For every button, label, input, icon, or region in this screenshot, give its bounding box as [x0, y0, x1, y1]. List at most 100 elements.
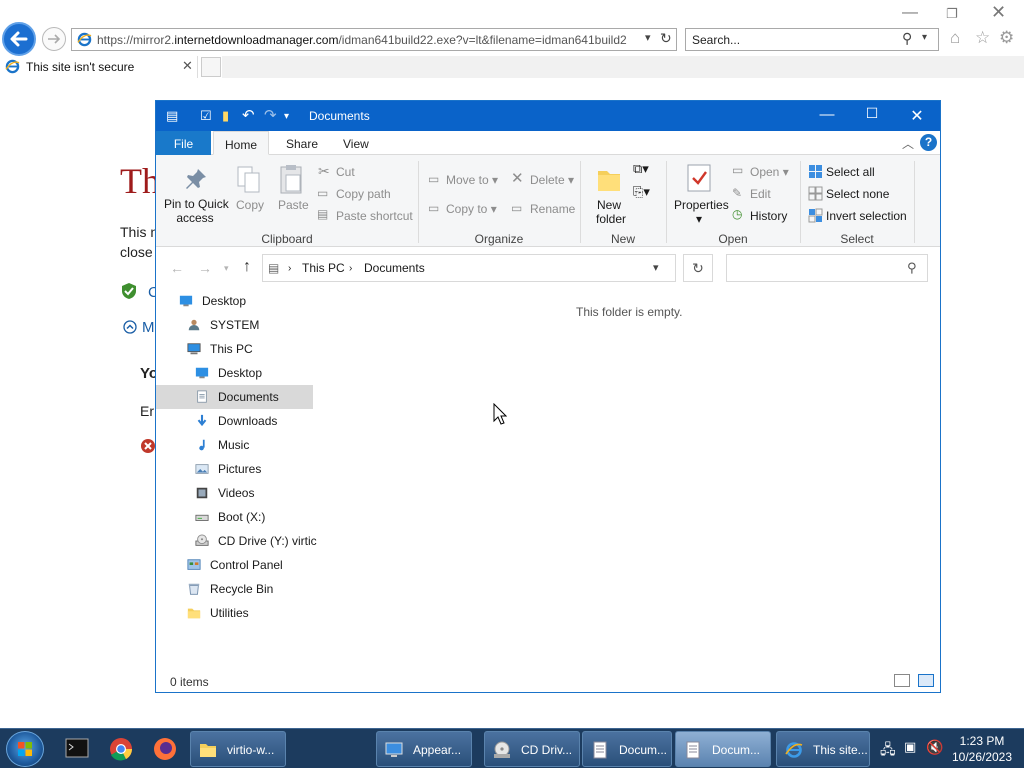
- recent-locations-icon[interactable]: ▾: [224, 263, 229, 274]
- tree-item-videos[interactable]: Videos: [156, 481, 313, 505]
- browser-search-input[interactable]: Search... ⚲ ▾: [685, 28, 939, 51]
- tree-item-boot-x[interactable]: Boot (X:): [156, 505, 313, 529]
- paste-shortcut-button[interactable]: Paste shortcut: [336, 209, 413, 223]
- new-folder-qa-icon[interactable]: ▮: [222, 108, 229, 124]
- tree-item-pictures[interactable]: Pictures: [156, 457, 313, 481]
- breadcrumb-documents[interactable]: Documents: [364, 261, 425, 275]
- page-text-line: This n: [120, 224, 159, 240]
- browser-minimize-button[interactable]: —: [902, 4, 918, 22]
- open-icon: ▭: [732, 163, 744, 177]
- chevron-up-circle-icon[interactable]: [123, 320, 137, 334]
- tree-item-music[interactable]: Music: [156, 433, 313, 457]
- history-button[interactable]: History: [750, 209, 787, 223]
- search-icon[interactable]: ⚲: [902, 30, 912, 47]
- back-button[interactable]: [2, 22, 36, 56]
- search-dropdown-icon[interactable]: ▾: [922, 32, 927, 43]
- up-arrow-icon[interactable]: ↑: [243, 258, 251, 276]
- start-button[interactable]: [6, 731, 44, 767]
- tree-item-system[interactable]: SYSTEM: [156, 313, 313, 337]
- taskbar-button-1[interactable]: Appear...: [376, 731, 472, 767]
- help-icon[interactable]: ?: [920, 134, 937, 151]
- clock-date: 10/26/2023: [951, 750, 1013, 764]
- refresh-button[interactable]: ↻: [683, 254, 713, 282]
- details-view-icon[interactable]: [894, 674, 910, 687]
- chrome-pinned-button[interactable]: [102, 733, 140, 765]
- cmd-pinned-button[interactable]: [58, 733, 96, 765]
- move-to-button[interactable]: Move to ▾: [446, 173, 498, 187]
- tab-view[interactable]: View: [331, 131, 381, 155]
- tree-item-desktop[interactable]: Desktop: [156, 361, 313, 385]
- forward-arrow-icon[interactable]: →: [198, 260, 212, 276]
- tree-item-control-panel[interactable]: Control Panel: [156, 553, 313, 577]
- edit-button[interactable]: Edit: [750, 187, 771, 201]
- taskbar-button-0[interactable]: virtio-w...: [190, 731, 286, 767]
- taskbar-button-4[interactable]: Docum...: [675, 731, 771, 767]
- breadcrumb-separator-icon[interactable]: ›: [349, 263, 352, 274]
- delete-button[interactable]: Delete ▾: [530, 173, 574, 187]
- easy-access-icon[interactable]: ⎘▾: [633, 184, 650, 200]
- breadcrumb-separator-icon[interactable]: ›: [288, 263, 291, 274]
- display-settings-icon[interactable]: ▣: [904, 739, 916, 755]
- network-icon[interactable]: 🖧: [880, 739, 896, 763]
- back-arrow-icon[interactable]: ←: [170, 260, 184, 276]
- address-bar[interactable]: https://mirror2.internetdownloadmanager.…: [71, 28, 677, 51]
- explorer-title-bar[interactable]: ▤ ☑ ▮ ↶ ↷ ▾ Documents — ☐ ✕: [156, 101, 940, 131]
- tree-item-utilities[interactable]: Utilities: [156, 601, 313, 625]
- cut-button[interactable]: Cut: [336, 165, 355, 179]
- breadcrumb-this-pc[interactable]: This PC: [302, 261, 345, 275]
- taskbar-button-5[interactable]: This site...: [776, 731, 870, 767]
- tab-file[interactable]: File: [156, 131, 211, 155]
- copy-to-button[interactable]: Copy to ▾: [446, 202, 497, 216]
- undo-icon[interactable]: ↶: [242, 106, 255, 124]
- tab-share[interactable]: Share: [274, 131, 330, 155]
- browser-restore-button[interactable]: ❐: [946, 6, 958, 22]
- tree-item-downloads[interactable]: Downloads: [156, 409, 313, 433]
- taskbar-button-2[interactable]: CD Driv...: [484, 731, 580, 767]
- favorites-icon[interactable]: ☆: [975, 28, 990, 48]
- properties-qa-icon[interactable]: ☑: [200, 108, 212, 124]
- select-none-button[interactable]: Select none: [826, 187, 889, 201]
- arrow-left-icon: [10, 31, 28, 47]
- page-link[interactable]: M: [142, 319, 155, 336]
- pin-quick-access-button[interactable]: Pin to Quick access: [164, 197, 229, 225]
- copy-button[interactable]: Copy: [236, 198, 264, 212]
- firefox-pinned-button[interactable]: [146, 733, 184, 765]
- maximize-button[interactable]: ☐: [849, 105, 895, 122]
- volume-muted-icon[interactable]: 🔇: [926, 739, 943, 756]
- explorer-address-bar[interactable]: ▤ › This PC › Documents ▾: [262, 254, 676, 282]
- gear-icon[interactable]: ⚙: [999, 28, 1014, 48]
- browser-close-button[interactable]: ✕: [991, 2, 1006, 23]
- close-button[interactable]: ✕: [894, 106, 940, 126]
- explorer-search-input[interactable]: ⚲: [726, 254, 928, 282]
- redo-icon[interactable]: ↷: [264, 106, 277, 124]
- browser-tab[interactable]: This site isn't secure ✕: [0, 56, 198, 78]
- invert-selection-button[interactable]: Invert selection: [826, 209, 907, 223]
- tree-item-documents[interactable]: Documents: [156, 385, 313, 409]
- clock[interactable]: 1:23 PM 10/26/2023: [950, 733, 1014, 765]
- tree-item-cd-drive-y-virtic[interactable]: CD Drive (Y:) virtic: [156, 529, 317, 553]
- forward-button[interactable]: [42, 27, 66, 51]
- new-folder-button[interactable]: New folder: [596, 198, 626, 226]
- rename-button[interactable]: Rename: [530, 202, 575, 216]
- new-item-icon[interactable]: ⧉▾: [633, 161, 649, 177]
- minimize-button[interactable]: —: [804, 106, 850, 123]
- taskbar-button-3[interactable]: Docum...: [582, 731, 672, 767]
- select-all-button[interactable]: Select all: [826, 165, 875, 179]
- close-tab-icon[interactable]: ✕: [182, 58, 193, 74]
- collapse-ribbon-icon[interactable]: ︿: [902, 135, 914, 152]
- tab-home[interactable]: Home: [213, 131, 269, 155]
- customize-qa-icon[interactable]: ▾: [284, 111, 289, 122]
- new-tab-button[interactable]: [201, 57, 221, 77]
- tree-item-this-pc[interactable]: This PC: [156, 337, 313, 361]
- address-dropdown-icon[interactable]: ▾: [645, 31, 651, 44]
- address-history-dropdown-icon[interactable]: ▾: [653, 261, 659, 274]
- properties-button[interactable]: Properties ▾: [674, 198, 729, 226]
- paste-button[interactable]: Paste: [278, 198, 309, 212]
- open-button[interactable]: Open ▾: [750, 165, 789, 179]
- tree-item-desktop[interactable]: Desktop: [156, 289, 313, 313]
- refresh-icon[interactable]: ↻: [660, 30, 672, 47]
- copy-path-button[interactable]: Copy path: [336, 187, 391, 201]
- home-icon[interactable]: ⌂: [950, 28, 960, 48]
- large-icons-view-icon[interactable]: [918, 674, 934, 687]
- tree-item-recycle-bin[interactable]: Recycle Bin: [156, 577, 313, 601]
